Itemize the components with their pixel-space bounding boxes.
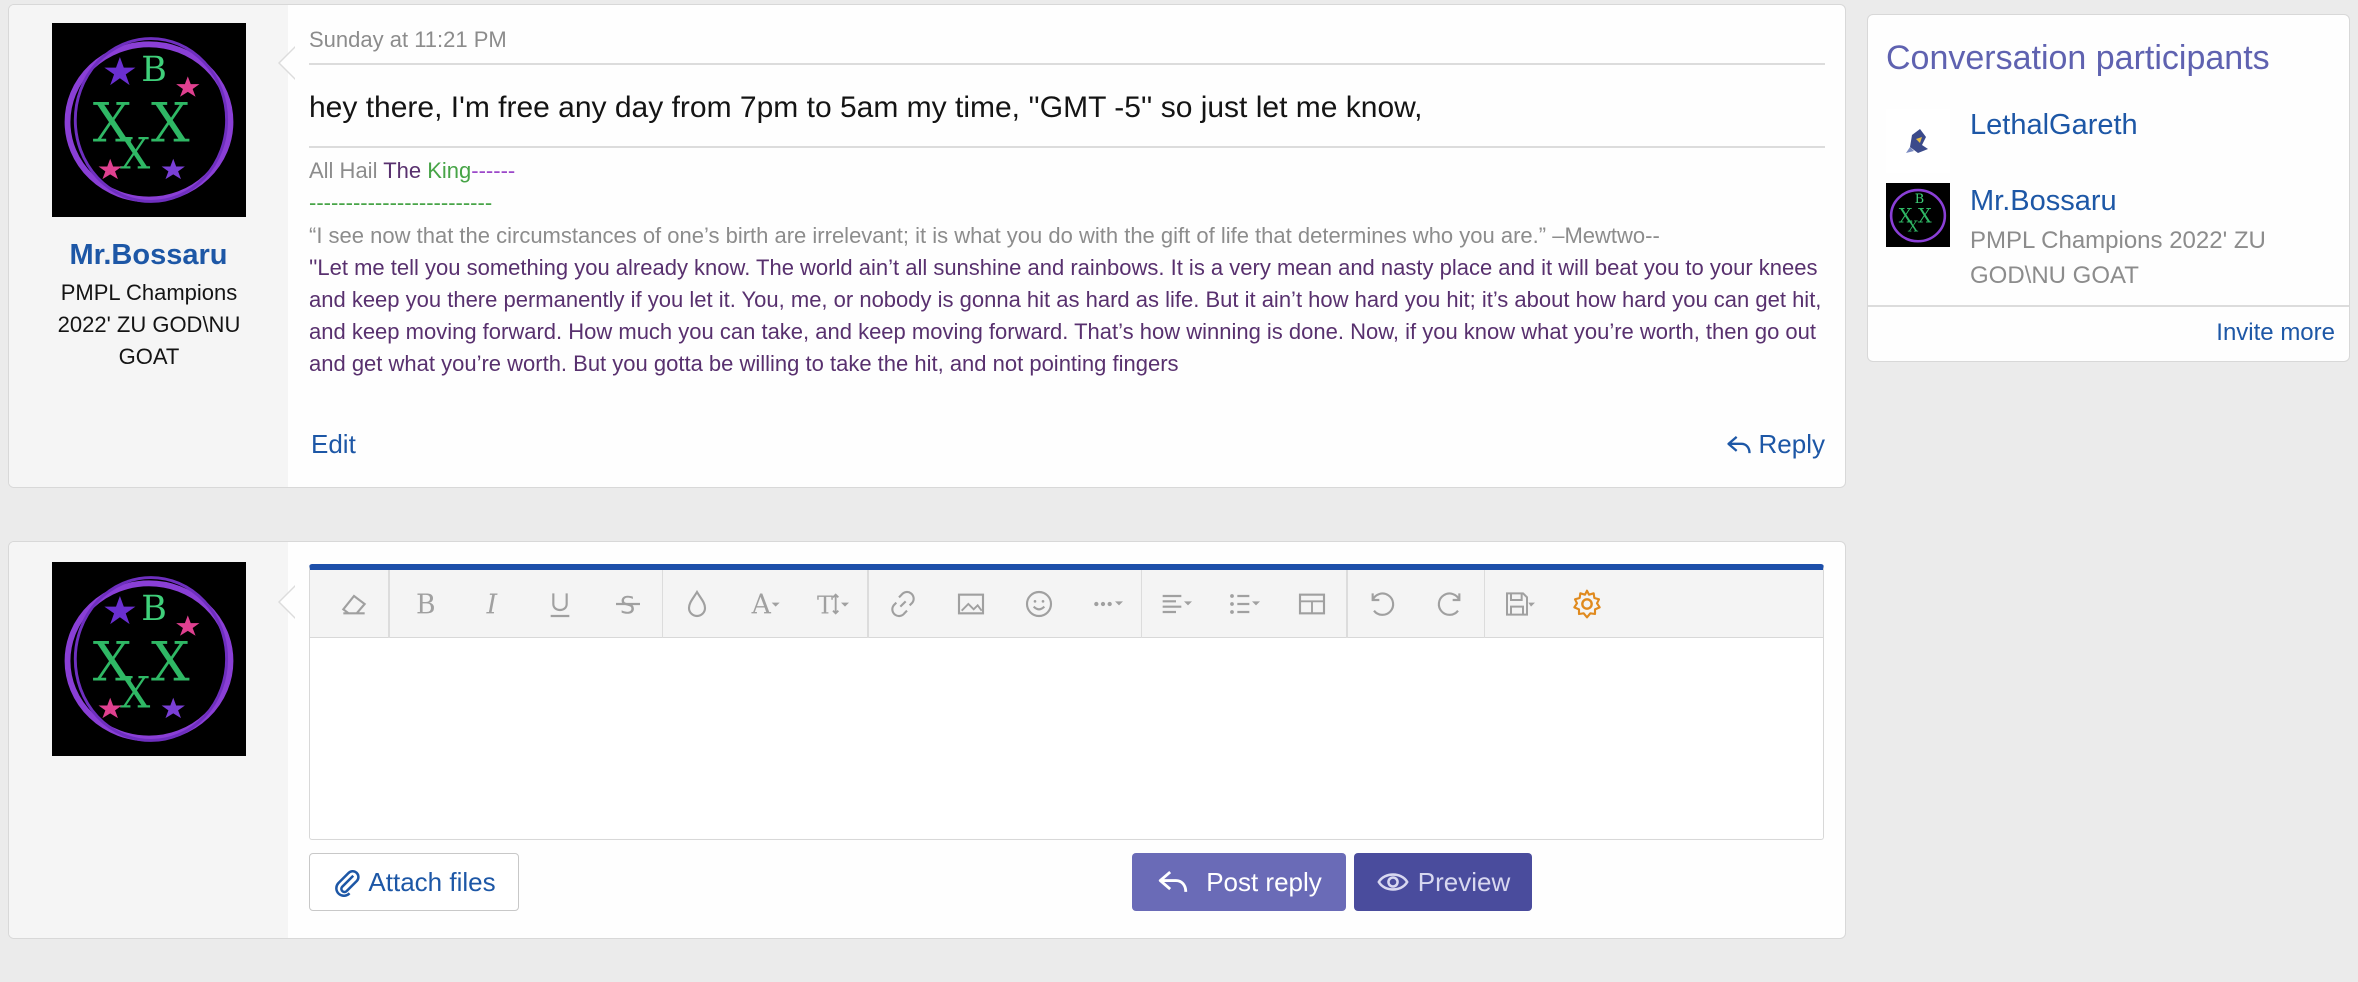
link-icon[interactable] — [869, 570, 937, 638]
participants-panel: Conversation participants LethalGareth B… — [1867, 14, 2350, 362]
username[interactable]: Mr.Bossaru — [9, 239, 288, 272]
signature-text: All Hail — [309, 158, 384, 183]
underline-icon[interactable] — [526, 570, 594, 638]
post-reply-label: Post reply — [1206, 866, 1322, 897]
strikethrough-icon[interactable]: S — [594, 570, 662, 638]
bx-logo-icon: B X X X — [64, 37, 234, 203]
attach-files-label: Attach files — [368, 866, 496, 897]
svg-text:X: X — [1918, 205, 1932, 228]
drafts-icon[interactable] — [1485, 570, 1553, 638]
user-title: PMPL Champions 2022' ZU GOD\NU GOAT — [57, 280, 241, 369]
message-panel: B X X X Mr.Bossaru PMPL Champions 2022' … — [8, 4, 1846, 488]
signature: All Hail The King------ ----------------… — [309, 155, 1825, 399]
divider — [309, 63, 1825, 65]
bold-icon[interactable]: B — [390, 570, 458, 638]
font-family-icon[interactable]: A — [731, 570, 799, 638]
reply-arrow — [280, 586, 296, 618]
reply-link[interactable]: Reply — [1725, 429, 1825, 460]
undo-icon[interactable] — [1348, 570, 1416, 638]
signature-line2: ------------------------- — [309, 190, 493, 215]
preview-label: Preview — [1417, 866, 1511, 897]
svg-text:A: A — [751, 589, 772, 620]
divider — [1868, 305, 2349, 307]
paperclip-icon — [335, 870, 361, 897]
message-editor-input[interactable] — [310, 638, 1823, 838]
bx-logo-icon: B X X X — [1889, 188, 1947, 243]
avatar[interactable]: B X X X — [52, 562, 246, 756]
participants-title: Conversation participants — [1886, 39, 2270, 77]
signature-text: King — [427, 158, 472, 183]
image-icon[interactable] — [937, 570, 1005, 638]
svg-text:X: X — [151, 630, 190, 693]
signature-text: The — [383, 158, 428, 183]
participant-name[interactable]: Mr.Bossaru — [1970, 185, 2117, 218]
text-color-icon[interactable] — [663, 570, 731, 638]
signature-text: ------ — [471, 158, 516, 183]
rich-text-editor: B I S A T — [309, 564, 1824, 840]
redo-icon[interactable] — [1416, 570, 1484, 638]
edit-link[interactable]: Edit — [311, 429, 356, 460]
signature-divider — [309, 146, 1825, 148]
participant-name[interactable]: LethalGareth — [1970, 109, 2138, 142]
signature-quote: ''Let me tell you something you already … — [309, 255, 1822, 376]
reply-icon — [1159, 871, 1188, 893]
table-icon[interactable] — [1278, 570, 1346, 638]
italic-icon[interactable]: I — [458, 570, 526, 638]
align-icon[interactable] — [1142, 570, 1210, 638]
message-arrow — [280, 47, 296, 79]
smiley-icon[interactable] — [1005, 570, 1073, 638]
reply-panel: B X X X B I S A T Attach files Post repl… — [8, 541, 1846, 939]
reply-icon — [1726, 435, 1751, 453]
svg-text:I: I — [485, 589, 497, 620]
message-date[interactable]: Sunday at 11:21 PM — [309, 27, 507, 53]
avatar[interactable]: B X X X — [52, 23, 246, 217]
font-size-icon[interactable]: T — [799, 570, 867, 638]
svg-text:X: X — [1908, 219, 1919, 236]
list-icon[interactable] — [1210, 570, 1278, 638]
avatar[interactable]: B X X X — [1886, 183, 1950, 247]
svg-text:X: X — [120, 669, 151, 719]
avatar[interactable] — [1886, 109, 1950, 173]
settings-icon[interactable] — [1553, 570, 1621, 638]
post-reply-button[interactable]: Post reply — [1132, 853, 1346, 911]
signature-line1: All Hail The King------ — [309, 155, 1825, 187]
svg-text:X: X — [120, 130, 151, 180]
svg-text:S: S — [620, 591, 635, 619]
more-icon[interactable] — [1073, 570, 1141, 638]
attach-files-button[interactable]: Attach files — [309, 853, 519, 911]
reply-user-column: B X X X — [9, 542, 288, 938]
reply-label: Reply — [1758, 429, 1825, 459]
bx-logo-icon: B X X X — [64, 576, 234, 742]
preview-button[interactable]: Preview — [1354, 853, 1532, 911]
message-user-column: B X X X Mr.Bossaru PMPL Champions 2022' … — [9, 5, 288, 487]
eye-icon — [1377, 873, 1409, 891]
svg-text:B: B — [141, 50, 167, 90]
svg-text:B: B — [416, 589, 436, 620]
participant-title: PMPL Champions 2022' ZU GOD\NU GOAT — [1970, 227, 2266, 289]
message-content: Sunday at 11:21 PM hey there, I'm free a… — [309, 5, 1825, 487]
svg-text:X: X — [151, 91, 190, 154]
pokemon-avatar-icon — [1906, 129, 1928, 153]
invite-more-link[interactable]: Invite more — [2216, 319, 2335, 347]
editor-toolbar: B I S A T — [310, 569, 1823, 638]
svg-text:T: T — [817, 591, 833, 619]
eraser-icon[interactable] — [320, 570, 388, 638]
svg-text:B: B — [141, 589, 167, 629]
signature-quote: “I see now that the circumstances of one… — [309, 223, 1660, 248]
message-body: hey there, I'm free any day from 7pm to … — [309, 91, 1423, 124]
